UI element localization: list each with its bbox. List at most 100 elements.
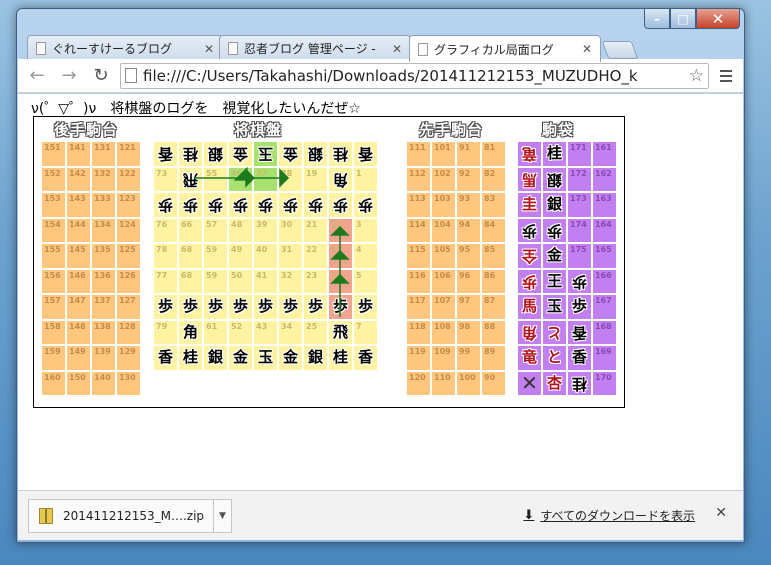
komadai-cell: 113 [407, 193, 430, 217]
komadai-cell: 104 [432, 218, 455, 242]
komadai-cell: 137 [92, 295, 115, 319]
komadai-cell: 99 [457, 346, 480, 370]
komabukuro-cell: 角 [518, 320, 541, 344]
komabukuro-cell: と [543, 346, 566, 370]
komabukuro-cell: 馬 [518, 167, 541, 191]
maximize-button[interactable]: □ [670, 9, 696, 29]
komadai-cell: 116 [407, 269, 430, 293]
komabukuro-cell: 175 [568, 244, 591, 268]
komadai-cell: 156 [42, 269, 65, 293]
komadai-cell: 148 [67, 320, 90, 344]
komadai-cell: 82 [482, 167, 505, 191]
komabukuro-cell: 銀 [543, 167, 566, 191]
download-item[interactable]: 201411212153_M….zip ▼ [28, 499, 232, 533]
board-square: 52 [229, 320, 252, 344]
minimize-button[interactable]: – [644, 9, 670, 29]
board-square: 3 [354, 218, 377, 242]
tab-close-icon[interactable]: ✕ [204, 42, 214, 56]
show-all-downloads-link[interactable]: ⬇ すべてのダウンロードを表示 [523, 507, 695, 524]
komabukuro-title: 駒袋 [542, 121, 575, 139]
address-bar[interactable]: file:///C:/Users/Takahashi/Downloads/201… [120, 62, 709, 89]
board-square: 41 [254, 269, 277, 293]
komadai-cell: 126 [117, 269, 140, 293]
komadai-cell: 100 [457, 371, 480, 395]
board-square: 40 [254, 244, 277, 268]
new-tab-button[interactable] [601, 41, 639, 59]
komadai-cell: 133 [92, 193, 115, 217]
board-square: 59 [204, 244, 227, 268]
komabukuro-cell: 171 [568, 142, 591, 166]
board-square: 香 [354, 142, 377, 166]
komadai-cell: 125 [117, 244, 140, 268]
komabukuro-cell: 全 [518, 244, 541, 268]
komabukuro-cell: 169 [593, 346, 616, 370]
komadai-cell: 85 [482, 244, 505, 268]
board-square: 78 [154, 244, 177, 268]
board-square: 歩 [154, 295, 177, 319]
close-button[interactable]: ✕ [696, 9, 740, 29]
komadai-cell: 90 [482, 371, 505, 395]
komadai-cell: 106 [432, 269, 455, 293]
komabukuro-cell: 香 [568, 320, 591, 344]
komadai-cell: 91 [457, 142, 480, 166]
komadai-cell: 160 [42, 371, 65, 395]
board-square: 歩 [329, 193, 352, 217]
komadai-cell: 134 [92, 218, 115, 242]
komadai-cell: 111 [407, 142, 430, 166]
board-square: 68 [179, 244, 202, 268]
komabukuro-cell: と [543, 320, 566, 344]
tab-blog[interactable]: ぐれーすけーるブログ ✕ [27, 35, 223, 61]
tab-graphical-log[interactable]: グラフィカル局面ログ ✕ [409, 35, 601, 62]
gote-komadai-title: 後手駒台 [54, 121, 119, 139]
board-square: 28 [279, 167, 302, 191]
tab-ninja-admin[interactable]: 忍者ブログ 管理ページ - ✕ [219, 35, 411, 61]
tab-close-icon[interactable]: ✕ [392, 42, 402, 56]
komadai-cell: 144 [67, 218, 90, 242]
komabukuro-cell: 161 [593, 142, 616, 166]
shogiban-title: 将棋盤 [234, 121, 283, 139]
board-square: 55 [204, 167, 227, 191]
komadai-cell: 123 [117, 193, 140, 217]
menu-icon[interactable] [715, 69, 737, 82]
komadai-cell: 110 [432, 371, 455, 395]
board-square: 歩 [204, 193, 227, 217]
page-heading: ν(゜▽゜)ν 将棋盤のログを 視覚化したいんだぜ☆ [31, 101, 361, 117]
close-download-bar-icon[interactable]: ✕ [715, 505, 727, 521]
star-icon[interactable]: ☆ [689, 66, 704, 86]
komadai-cell: 149 [67, 346, 90, 370]
komadai-cell: 88 [482, 320, 505, 344]
komabukuro-cell: 桂 [568, 371, 591, 395]
page-icon [36, 42, 46, 55]
reload-button[interactable]: ↻ [88, 63, 114, 89]
komadai-cell: 86 [482, 269, 505, 293]
komabukuro-cell: 馬 [518, 295, 541, 319]
board-square: 歩 [279, 193, 302, 217]
board-square: 49 [229, 244, 252, 268]
komabukuro-cell: 歩 [568, 295, 591, 319]
komabukuro-cell: 歩 [518, 269, 541, 293]
komabukuro-cell: 竜 [518, 142, 541, 166]
board-square: 銀 [304, 346, 327, 370]
download-filename: 201411212153_M….zip [63, 509, 205, 523]
komadai-cell: 112 [407, 167, 430, 191]
komabukuro-cell: 歩 [518, 218, 541, 242]
tab-label: 忍者ブログ 管理ページ - [244, 42, 376, 56]
komabukuro-cell: 165 [593, 244, 616, 268]
board-square: 73 [154, 167, 177, 191]
komadai-cell: 83 [482, 193, 505, 217]
komadai-cell: 140 [92, 371, 115, 395]
back-button[interactable]: ← [24, 63, 50, 89]
board-square: 角 [329, 167, 352, 191]
page-icon [228, 42, 238, 55]
url-text[interactable]: file:///C:/Users/Takahashi/Downloads/201… [143, 67, 683, 85]
board-square: 12 [329, 218, 352, 242]
board-square: 34 [279, 320, 302, 344]
chevron-down-icon[interactable]: ▼ [213, 500, 231, 532]
board-square: 銀 [304, 142, 327, 166]
komabukuro-cell: 桂 [543, 142, 566, 166]
page-content: ν(゜▽゜)ν 将棋盤のログを 視覚化したいんだぜ☆ 後手駒台 将棋盤 先手駒台… [18, 94, 743, 490]
forward-button[interactable]: → [56, 63, 82, 89]
tab-close-icon[interactable]: ✕ [582, 42, 592, 56]
board-square: 46 [229, 167, 252, 191]
sente-komadai-title: 先手駒台 [419, 121, 484, 139]
